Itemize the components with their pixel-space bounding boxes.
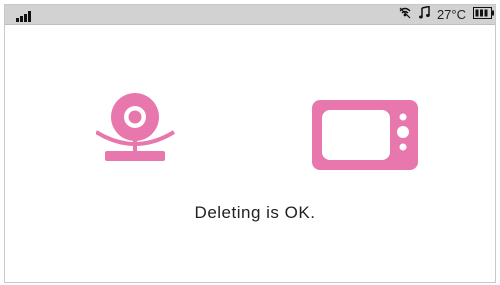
screen: 27°C Deleting is OK.: [4, 4, 496, 283]
monitor-icon: [312, 100, 418, 177]
status-icons: 27°C: [398, 5, 495, 24]
status-bar: 27°C: [5, 5, 495, 25]
battery-icon: [473, 6, 494, 24]
signal-strength-icon: [16, 9, 32, 27]
music-note-icon: [418, 5, 430, 24]
temperature-readout: 27°C: [436, 7, 466, 22]
camera-icon: [94, 92, 176, 177]
status-message: Deleting is OK.: [194, 203, 316, 222]
wifi-icon: [398, 6, 412, 24]
